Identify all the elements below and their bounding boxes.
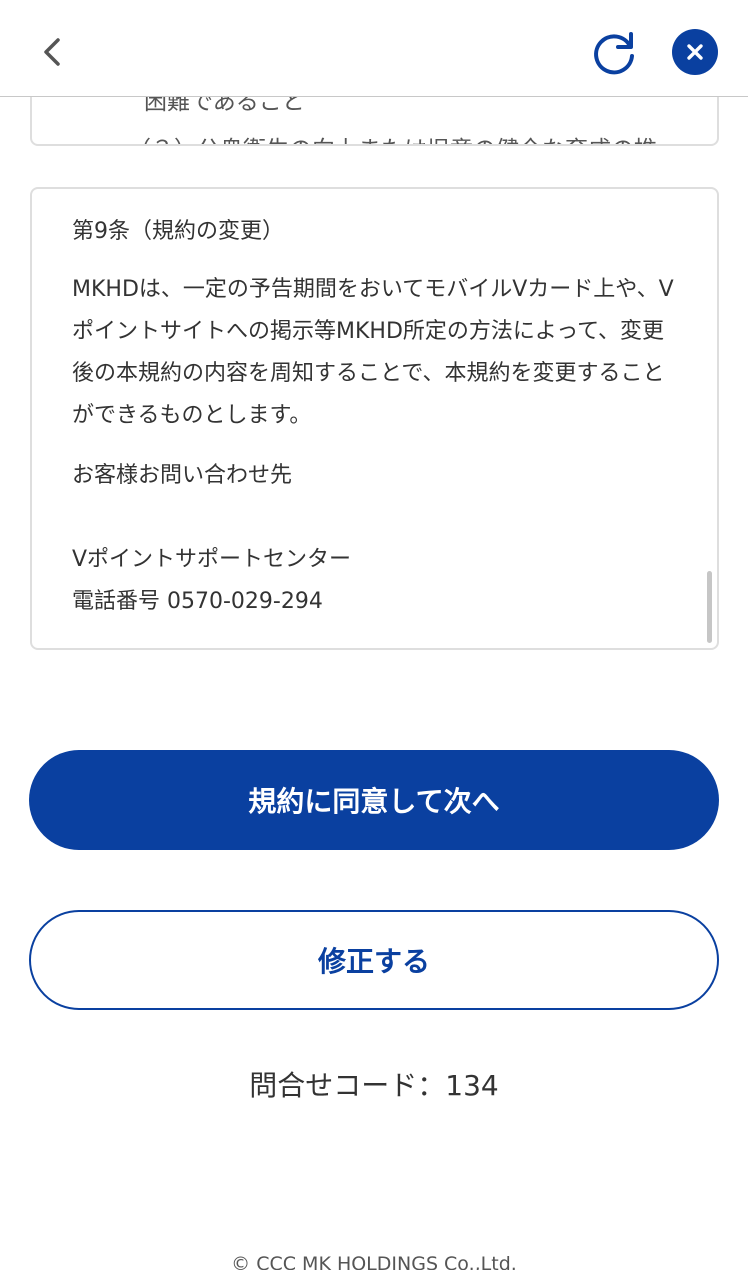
copyright-text: © CCC MK HOLDINGS Co.,Ltd. [231,1253,517,1270]
reload-button[interactable] [588,26,640,78]
close-icon [687,44,703,60]
support-phone-number: 電話番号 0570-029-294 [72,589,323,614]
top-navigation-bar [0,0,748,97]
article-body: MKHDは、一定の予告期間をおいてモバイルVカード上や、Vポイントサイトへの掲示… [72,277,674,428]
inquiry-code: 問合せコード：134 [249,1069,499,1102]
terms-content: 第9条（規約の変更） MKHDは、一定の予告期間をおいてモバイルVカード上や、V… [72,215,682,623]
article-title: 第9条（規約の変更） [72,219,284,244]
terms-page: 困難であること （３）公衆衛生の向上または児童の健全な育成の推 第9条（規約の変… [0,0,748,1270]
support-center-name: Vポイントサポートセンター [72,547,352,572]
terms-scroll-box[interactable]: 第9条（規約の変更） MKHDは、一定の予告期間をおいてモバイルVカード上や、V… [30,187,719,650]
chevron-left-icon [44,38,60,66]
contact-heading: お客様お問い合わせ先 [72,463,293,488]
agree-and-next-button[interactable]: 規約に同意して次へ [29,750,719,850]
reload-icon [594,32,634,75]
scrollbar-thumb[interactable] [707,571,712,643]
modify-button[interactable]: 修正する [29,910,719,1010]
previous-terms-line: （３）公衆衛生の向上または児童の健全な育成の推 [128,130,657,144]
close-button[interactable] [672,29,718,75]
back-button[interactable] [28,28,76,76]
